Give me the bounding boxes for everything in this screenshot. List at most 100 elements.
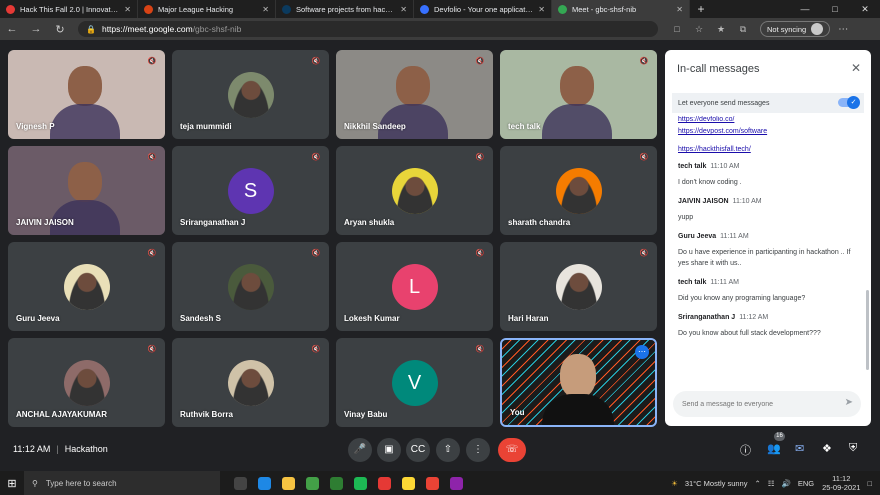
task-view-icon[interactable] xyxy=(228,471,252,495)
participant-tile[interactable]: ⋯ You xyxy=(500,338,657,427)
browser-tab[interactable]: Major League Hacking ✕ xyxy=(138,0,276,18)
avatar-photo xyxy=(63,263,110,310)
participant-tile[interactable]: 🔇 teja mummidi xyxy=(172,50,329,139)
notes-icon[interactable] xyxy=(396,471,420,495)
tab-title: Software projects from hackathons xyxy=(296,4,396,14)
taskbar-search[interactable]: ⚲ Type here to search xyxy=(24,471,220,495)
chrome-icon[interactable] xyxy=(420,471,444,495)
acrobat-icon[interactable] xyxy=(372,471,396,495)
browser-menu-icon[interactable]: ⋯ xyxy=(838,24,848,35)
participant-tile[interactable]: S 🔇 Sriranganathan J xyxy=(172,146,329,235)
app-glyph xyxy=(281,476,295,490)
browser-tab[interactable]: Meet - gbc-shsf-nib ✕ xyxy=(552,0,690,18)
taskbar-clock[interactable]: 11:12 25-09-2021 xyxy=(822,474,860,492)
participant-name: You xyxy=(510,408,525,417)
participant-tile[interactable]: 🔇 ANCHAL AJAYAKUMAR xyxy=(8,338,165,427)
end-call-button[interactable]: ☏ xyxy=(498,438,526,462)
participant-tile[interactable]: 🔇 Hari Haran xyxy=(500,242,657,331)
tab-close-icon[interactable]: ✕ xyxy=(124,5,131,14)
message-group: https://devfolio.co/https://devpost.com/… xyxy=(678,116,858,153)
participant-tile[interactable]: 🔇 Vignesh P xyxy=(8,50,165,139)
message-sender: Sriranganathan J 11:12 AM xyxy=(678,314,858,321)
info-icon[interactable]: ⓘ xyxy=(740,442,751,458)
participant-avatar xyxy=(555,263,602,310)
new-tab-button[interactable]: + xyxy=(690,0,712,18)
url-path: /gbc-shsf-nib xyxy=(192,24,242,34)
edge-browser-icon[interactable] xyxy=(252,471,276,495)
send-messages-toggle[interactable]: ✓ xyxy=(838,96,860,109)
participant-name: Lokesh Kumar xyxy=(344,314,400,323)
close-window-icon[interactable]: ✕ xyxy=(850,0,880,18)
scrollbar[interactable] xyxy=(866,290,869,370)
participant-tile[interactable]: 🔇 Aryan shukla xyxy=(336,146,493,235)
muted-mic-icon: 🔇 xyxy=(475,58,485,65)
windows-start-icon[interactable]: ⊞ xyxy=(0,477,24,490)
whatsapp-icon[interactable] xyxy=(300,471,324,495)
microphone-button[interactable]: 🎤 xyxy=(348,438,372,462)
send-icon[interactable]: ➤ xyxy=(845,397,853,408)
muted-mic-icon: 🔇 xyxy=(475,154,485,161)
tile-options-icon[interactable]: ⋯ xyxy=(635,345,649,359)
participant-tile[interactable]: 🔇 JAIVIN JAISON xyxy=(8,146,165,235)
participant-tile[interactable]: V 🔇 Vinay Babu xyxy=(336,338,493,427)
camera-indicator-icon[interactable]: □ xyxy=(666,24,688,34)
participant-tile[interactable]: 🔇 Guru Jeeva xyxy=(8,242,165,331)
present-button[interactable]: ⇧ xyxy=(436,438,460,462)
participant-tile[interactable]: 🔇 tech talk xyxy=(500,50,657,139)
notifications-icon[interactable]: □ xyxy=(867,479,872,488)
clock-date: 25-09-2021 xyxy=(822,483,861,492)
participant-tile[interactable]: 🔇 sharath chandra xyxy=(500,146,657,235)
file-explorer-icon[interactable] xyxy=(276,471,300,495)
tab-close-icon[interactable]: ✕ xyxy=(400,5,407,14)
sender-name: Guru Jeeva xyxy=(678,233,717,240)
tab-close-icon[interactable]: ✕ xyxy=(538,5,545,14)
xbox-icon[interactable] xyxy=(324,471,348,495)
favorites-icon[interactable]: ★ xyxy=(710,24,732,35)
host-controls-icon[interactable]: ⛨ xyxy=(849,442,857,455)
spotify-icon[interactable] xyxy=(348,471,372,495)
browser-tab[interactable]: Devfolio - Your one application ✕ xyxy=(414,0,552,18)
tab-close-icon[interactable]: ✕ xyxy=(676,5,683,14)
browser-tab[interactable]: Hack This Fall 2.0 | Innovate For ✕ xyxy=(0,0,138,18)
language-indicator[interactable]: ENG xyxy=(798,479,814,488)
favorite-icon[interactable]: ☆ xyxy=(688,24,710,35)
message-sender: tech talk 11:11 AM xyxy=(678,279,858,286)
message-link[interactable]: https://devpost.com/software xyxy=(678,128,858,135)
app-glyph xyxy=(233,476,247,490)
volume-icon[interactable]: 🔊 xyxy=(781,479,790,488)
activities-icon[interactable]: ❖ xyxy=(822,442,832,455)
tab-title: Devfolio - Your one application xyxy=(434,4,535,14)
participant-tile[interactable]: 🔇 Sandesh S xyxy=(172,242,329,331)
weather-text[interactable]: 31°C Mostly sunny xyxy=(685,479,748,488)
url-domain: https://meet.google.com xyxy=(101,24,193,34)
minimize-icon[interactable]: — xyxy=(790,0,820,18)
clock-time: 11:12 xyxy=(832,474,851,483)
close-icon[interactable]: ✕ xyxy=(851,61,861,75)
participant-avatar xyxy=(227,71,274,118)
participant-tile[interactable]: 🔇 Nikkhil Sandeep xyxy=(336,50,493,139)
people-icon[interactable]: 👥 xyxy=(767,442,781,455)
more-options-button[interactable]: ⋮ xyxy=(466,438,490,462)
message-link[interactable]: https://devfolio.co/ xyxy=(678,116,858,123)
collections-icon[interactable]: ⧉ xyxy=(732,24,754,35)
captions-button[interactable]: CC xyxy=(406,438,430,462)
back-icon[interactable]: ← xyxy=(0,23,24,35)
sync-button[interactable]: Not syncing xyxy=(760,21,831,37)
browser-tab[interactable]: Software projects from hackathons ✕ xyxy=(276,0,414,18)
participant-name: Aryan shukla xyxy=(344,218,395,227)
message-sender: Guru Jeeva 11:11 AM xyxy=(678,233,858,240)
url-field[interactable]: 🔒 https://meet.google.com/gbc-shsf-nib xyxy=(78,21,658,37)
chat-icon[interactable]: ✉ xyxy=(795,442,804,455)
participant-tile[interactable]: 🔇 Ruthvik Borra xyxy=(172,338,329,427)
office-icon[interactable] xyxy=(444,471,468,495)
message-link[interactable]: https://hackthisfall.tech/ xyxy=(678,146,858,153)
tab-close-icon[interactable]: ✕ xyxy=(262,5,269,14)
forward-icon[interactable]: → xyxy=(24,23,48,35)
participant-tile[interactable]: L 🔇 Lokesh Kumar xyxy=(336,242,493,331)
maximize-icon[interactable]: □ xyxy=(820,0,850,18)
refresh-icon[interactable]: ↻ xyxy=(48,23,72,36)
network-icon[interactable]: ☷ xyxy=(768,479,775,488)
tray-chevron-icon[interactable]: ⌃ xyxy=(754,479,760,488)
camera-button[interactable]: ▣ xyxy=(377,438,401,462)
message-input[interactable] xyxy=(682,400,832,408)
